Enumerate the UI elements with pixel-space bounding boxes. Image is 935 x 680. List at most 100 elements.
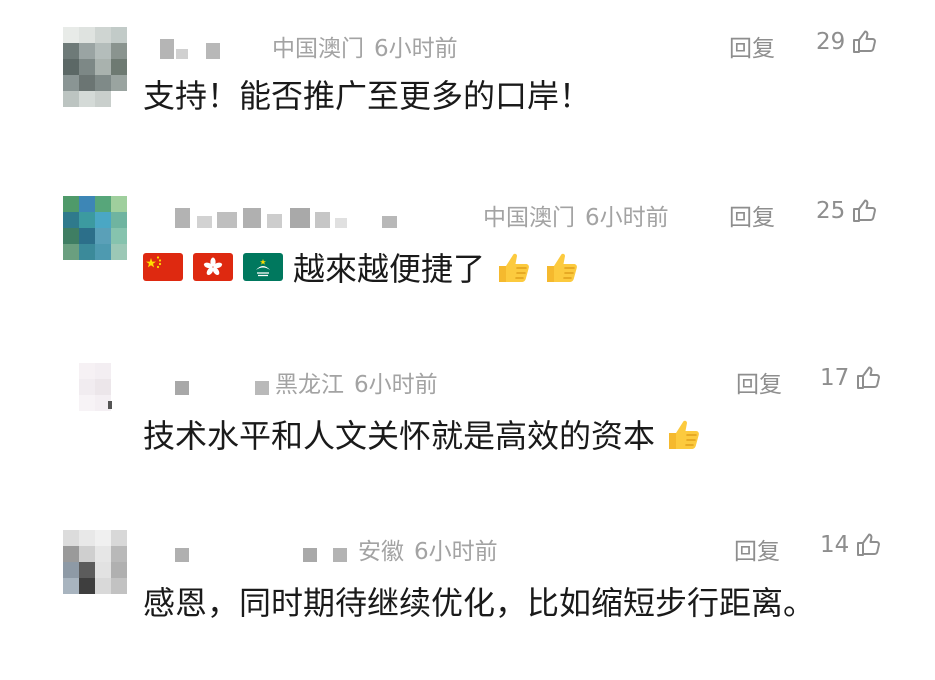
avatar-pixel	[79, 427, 95, 443]
comment-body: 越來越便捷了	[143, 244, 581, 290]
avatar[interactable]	[63, 530, 127, 610]
avatar-pixel	[95, 379, 111, 395]
avatar-pixel	[79, 212, 95, 228]
avatar-pixel	[111, 379, 127, 395]
like-count: 17	[820, 365, 850, 391]
avatar-pixel	[79, 43, 95, 59]
avatar-pixel	[111, 59, 127, 75]
avatar-pixel	[63, 196, 79, 212]
hong-kong-flag-icon	[193, 253, 233, 281]
avatar[interactable]	[63, 27, 127, 107]
like-count: 14	[820, 532, 850, 558]
timestamp: 6小时前	[354, 372, 438, 398]
avatar-pixel	[111, 530, 127, 546]
username-redacted[interactable]	[175, 542, 355, 562]
avatar-pixel	[95, 75, 111, 91]
like-button[interactable]: 17	[820, 365, 881, 391]
avatar-pixel	[111, 260, 127, 276]
avatar-pixel	[95, 43, 111, 59]
avatar-pixel	[79, 59, 95, 75]
comment-text: 支持！能否推广至更多的口岸！	[143, 77, 592, 115]
location-label: 安徽	[358, 539, 404, 565]
username-redacted[interactable]	[175, 375, 275, 395]
thumbs-up-outline-icon	[857, 366, 881, 389]
avatar[interactable]	[63, 363, 127, 443]
avatar-pixel	[111, 228, 127, 244]
avatar-pixel	[79, 260, 95, 276]
location-label: 中国澳门	[272, 36, 364, 62]
avatar-pixel	[79, 91, 95, 107]
avatar-pixel	[63, 91, 79, 107]
avatar-pixel	[79, 27, 95, 43]
avatar-pixel	[111, 411, 127, 427]
avatar-pixel	[79, 363, 95, 379]
avatar-pixel	[95, 228, 111, 244]
avatar-pixel	[63, 578, 79, 594]
avatar-pixel	[63, 75, 79, 91]
avatar-pixel	[63, 427, 79, 443]
reply-button[interactable]: 回复	[729, 198, 775, 232]
avatar-pixel	[79, 562, 95, 578]
comment-body: 技术水平和人文关怀就是高效的资本	[143, 411, 703, 457]
avatar-pixel	[95, 212, 111, 228]
avatar-pixel	[63, 59, 79, 75]
location-label: 中国澳门	[483, 205, 575, 231]
avatar-pixel	[79, 395, 95, 411]
timestamp: 6小时前	[585, 205, 669, 231]
avatar-pixel	[63, 212, 79, 228]
username-redacted[interactable]	[160, 39, 220, 59]
avatar-pixel	[95, 411, 111, 427]
thumbs-up-outline-icon	[857, 533, 881, 556]
avatar-pixel	[111, 43, 127, 59]
avatar-pixel	[111, 244, 127, 260]
thumbs-up-emoji-icon	[493, 247, 533, 287]
location-label: 黑龙江	[275, 372, 344, 398]
thumbs-up-emoji-icon	[663, 414, 703, 454]
avatar-pixel	[95, 594, 111, 610]
avatar-pixel	[79, 530, 95, 546]
username-redacted[interactable]	[175, 208, 400, 228]
timestamp: 6小时前	[374, 36, 458, 62]
avatar-pixel	[111, 562, 127, 578]
thumbs-up-outline-icon	[853, 30, 877, 53]
avatar-pixel	[63, 228, 79, 244]
avatar[interactable]	[63, 196, 127, 276]
reply-button[interactable]: 回复	[736, 365, 782, 399]
comment-text: 越來越便捷了	[293, 250, 486, 288]
avatar-pixel	[95, 91, 111, 107]
avatar-pixel	[111, 27, 127, 43]
avatar-pixel	[79, 546, 95, 562]
timestamp: 6小时前	[414, 539, 498, 565]
like-button[interactable]: 25	[816, 198, 877, 224]
avatar-pixel	[111, 363, 127, 379]
avatar-pixel	[63, 363, 79, 379]
comment-item: 中国澳门 6小时前 回复 29 支持！能否推广至更多的口岸！	[0, 27, 935, 177]
avatar-pixel	[111, 427, 127, 443]
avatar-pixel	[95, 363, 111, 379]
comment-item: 中国澳门 6小时前 回复 25 越來越便捷了	[0, 196, 935, 346]
avatar-pixel	[95, 196, 111, 212]
like-button[interactable]: 14	[820, 532, 881, 558]
avatar-pixel	[79, 379, 95, 395]
thumbs-up-emoji-icon	[541, 247, 581, 287]
like-button[interactable]: 29	[816, 29, 877, 55]
avatar-pixel	[63, 546, 79, 562]
reply-button[interactable]: 回复	[734, 532, 780, 566]
avatar-detail	[108, 401, 112, 409]
avatar-pixel	[63, 379, 79, 395]
avatar-pixel	[63, 411, 79, 427]
avatar-pixel	[111, 546, 127, 562]
avatar-pixel	[63, 244, 79, 260]
avatar-pixel	[79, 228, 95, 244]
reply-button[interactable]: 回复	[729, 29, 775, 63]
avatar-pixel	[95, 578, 111, 594]
avatar-pixel	[63, 27, 79, 43]
comment-item: 安徽 6小时前 回复 14 感恩，同时期待继续优化，比如缩短步行距离。	[0, 530, 935, 680]
avatar-pixel	[63, 260, 79, 276]
avatar-pixel	[63, 530, 79, 546]
like-count: 29	[816, 29, 846, 55]
avatar-pixel	[79, 578, 95, 594]
avatar-pixel	[63, 395, 79, 411]
avatar-pixel	[111, 212, 127, 228]
avatar-pixel	[79, 411, 95, 427]
